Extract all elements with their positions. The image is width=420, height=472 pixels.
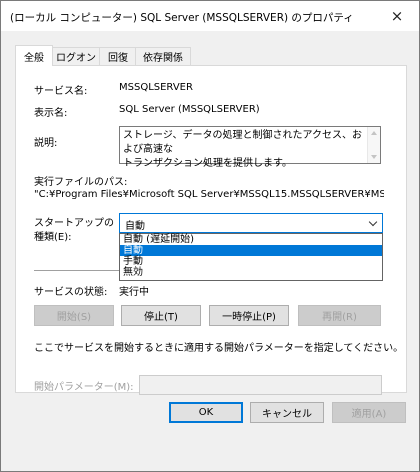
- service-status-value: 実行中: [119, 287, 149, 298]
- start-params-label: 開始パラメーター(M):: [34, 382, 134, 393]
- display-name-value: SQL Server (MSSQLSERVER): [119, 104, 260, 115]
- startup-option-auto-delayed[interactable]: 自動 (遅延開始): [120, 234, 382, 245]
- close-icon[interactable]: ×: [375, 1, 419, 31]
- startup-type-label-line2: 種類(E):: [34, 232, 72, 243]
- tab-dependencies[interactable]: 依存関係: [135, 47, 191, 65]
- exe-path-label: 実行ファイルのパス:: [34, 177, 128, 188]
- service-name-label: サービス名:: [34, 86, 88, 97]
- start-params-help-text: ここでサービスを開始するときに適用する開始パラメーターを指定してください。: [34, 343, 404, 354]
- tab-logon[interactable]: ログオン: [51, 47, 101, 65]
- scroll-down-icon[interactable]: [371, 155, 377, 159]
- resume-button[interactable]: 再開(R): [298, 305, 381, 326]
- properties-dialog: (ローカル コンピューター) SQL Server (MSSQLSERVER) …: [0, 0, 420, 472]
- description-textbox[interactable]: ストレージ、データの処理と制御されたアクセス、および高速な トランザクション処理…: [119, 126, 381, 169]
- tab-general[interactable]: 全般: [15, 45, 53, 66]
- scroll-up-icon[interactable]: [371, 131, 377, 135]
- start-params-input[interactable]: [139, 375, 382, 395]
- startup-option-auto[interactable]: 自動: [120, 245, 382, 256]
- apply-button[interactable]: 適用(A): [332, 402, 406, 423]
- startup-option-disabled[interactable]: 無効: [120, 267, 382, 278]
- service-name-value: MSSQLSERVER: [119, 82, 193, 93]
- start-button[interactable]: 開始(S): [34, 305, 114, 326]
- startup-option-manual[interactable]: 手動: [120, 256, 382, 267]
- description-scrollbar[interactable]: [367, 127, 380, 163]
- pause-button[interactable]: 一時停止(P): [209, 305, 289, 326]
- chevron-down-icon[interactable]: [368, 217, 378, 227]
- ok-button[interactable]: OK: [169, 402, 243, 423]
- tab-recovery[interactable]: 回復: [99, 47, 137, 65]
- description-label: 説明:: [34, 138, 58, 149]
- display-name-label: 表示名:: [34, 108, 68, 119]
- window-title: (ローカル コンピューター) SQL Server (MSSQLSERVER) …: [10, 12, 354, 24]
- description-line-2: トランザクション処理を提供します。: [123, 158, 292, 169]
- startup-type-dropdown-list: 自動 (遅延開始) 自動 手動 無効: [119, 233, 383, 281]
- startup-type-select[interactable]: 自動: [119, 213, 383, 233]
- startup-type-label-line1: スタートアップの: [34, 218, 114, 229]
- startup-type-value: 自動: [125, 221, 145, 232]
- title-bar: (ローカル コンピューター) SQL Server (MSSQLSERVER) …: [1, 1, 419, 31]
- exe-path-value: "C:¥Program Files¥Microsoft SQL Server¥M…: [34, 189, 384, 200]
- service-status-label: サービスの状態:: [34, 287, 108, 298]
- stop-button[interactable]: 停止(T): [121, 305, 201, 326]
- cancel-button[interactable]: キャンセル: [250, 402, 324, 423]
- description-line-1: ストレージ、データの処理と制御されたアクセス、および高速な: [123, 130, 362, 155]
